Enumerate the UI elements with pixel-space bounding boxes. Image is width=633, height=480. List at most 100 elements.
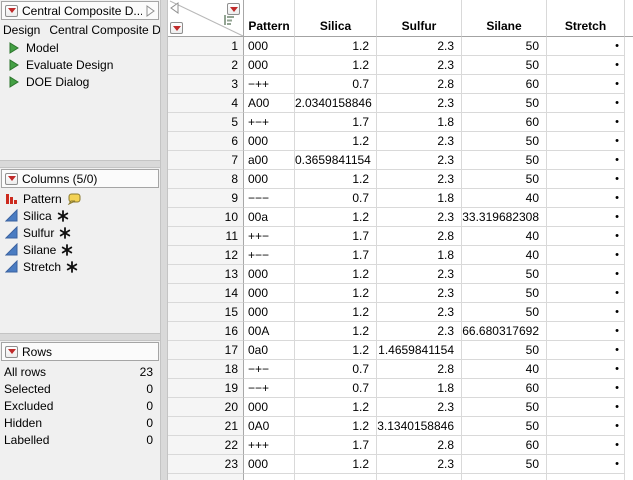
- sulfur-cell[interactable]: 2.3: [377, 322, 462, 341]
- silica-cell[interactable]: 1.7: [295, 246, 377, 265]
- column-header-silica[interactable]: Silica: [295, 0, 377, 37]
- silica-cell[interactable]: 1.7: [295, 227, 377, 246]
- pattern-cell[interactable]: 000: [244, 37, 295, 56]
- pattern-cell[interactable]: 000: [244, 56, 295, 75]
- silane-cell[interactable]: 50: [462, 265, 547, 284]
- silica-cell[interactable]: 1.2: [295, 132, 377, 151]
- column-header-silane[interactable]: Silane: [462, 0, 547, 37]
- silica-cell[interactable]: 1.2: [295, 284, 377, 303]
- silane-cell[interactable]: 40: [462, 360, 547, 379]
- stretch-cell[interactable]: •: [547, 227, 625, 246]
- rows-stat-excluded[interactable]: Excluded 0: [0, 397, 160, 414]
- sulfur-cell[interactable]: 2.3: [377, 265, 462, 284]
- pattern-cell[interactable]: 0A0: [244, 417, 295, 436]
- silica-cell[interactable]: 1.2: [295, 398, 377, 417]
- silane-cell[interactable]: 60: [462, 113, 547, 132]
- columns-panel-menu-button[interactable]: [5, 173, 18, 185]
- row-number-cell[interactable]: 2: [168, 56, 244, 75]
- silica-cell[interactable]: 1.2: [295, 170, 377, 189]
- silica-cell[interactable]: 0.7: [295, 379, 377, 398]
- sulfur-cell[interactable]: 2.3: [377, 56, 462, 75]
- row-number-cell[interactable]: 5: [168, 113, 244, 132]
- row-number-cell[interactable]: 1: [168, 37, 244, 56]
- sulfur-cell[interactable]: 2.8: [377, 436, 462, 455]
- script-item-doe-dialog[interactable]: DOE Dialog: [0, 73, 160, 90]
- sulfur-cell[interactable]: 2.3: [377, 398, 462, 417]
- sulfur-cell[interactable]: 2.3: [377, 208, 462, 227]
- column-list-icon[interactable]: [224, 15, 234, 26]
- column-header-stretch[interactable]: Stretch: [547, 0, 625, 37]
- silica-cell[interactable]: 0.7: [295, 75, 377, 94]
- sulfur-cell[interactable]: 1.8: [377, 189, 462, 208]
- pattern-cell[interactable]: A00: [244, 94, 295, 113]
- sulfur-cell[interactable]: 2.3: [377, 170, 462, 189]
- silane-cell[interactable]: 66.680317692: [462, 322, 547, 341]
- silane-cell[interactable]: 50: [462, 341, 547, 360]
- row-number-cell[interactable]: 20: [168, 398, 244, 417]
- silane-cell[interactable]: 50: [462, 94, 547, 113]
- row-number-cell[interactable]: 4: [168, 94, 244, 113]
- column-header-sulfur[interactable]: Sulfur: [377, 0, 462, 37]
- pattern-cell[interactable]: 00a: [244, 208, 295, 227]
- silica-cell[interactable]: 1.2: [295, 303, 377, 322]
- row-number-cell[interactable]: 22: [168, 436, 244, 455]
- chevron-left-icon[interactable]: [170, 2, 179, 14]
- row-number-cell[interactable]: 7: [168, 151, 244, 170]
- sulfur-cell[interactable]: 3.1340158846: [377, 417, 462, 436]
- stretch-cell[interactable]: •: [547, 265, 625, 284]
- column-item-pattern[interactable]: Pattern: [0, 190, 160, 207]
- silica-cell[interactable]: 1.2: [295, 417, 377, 436]
- horizontal-splitter[interactable]: [0, 160, 160, 168]
- rows-stat-hidden[interactable]: Hidden 0: [0, 414, 160, 431]
- rows-stat-all-rows[interactable]: All rows 23: [0, 363, 160, 380]
- pattern-cell[interactable]: +−−: [244, 246, 295, 265]
- silane-cell[interactable]: 60: [462, 75, 547, 94]
- silane-cell[interactable]: 50: [462, 284, 547, 303]
- rows-stat-selected[interactable]: Selected 0: [0, 380, 160, 397]
- row-number-cell[interactable]: 12: [168, 246, 244, 265]
- silane-cell[interactable]: 50: [462, 151, 547, 170]
- column-item-silane[interactable]: Silane: [0, 241, 160, 258]
- stretch-cell[interactable]: •: [547, 94, 625, 113]
- row-number-cell[interactable]: 11: [168, 227, 244, 246]
- silane-cell[interactable]: 40: [462, 246, 547, 265]
- stretch-cell[interactable]: •: [547, 151, 625, 170]
- silica-cell[interactable]: 0.7: [295, 189, 377, 208]
- rows-menu-button[interactable]: [170, 22, 183, 34]
- silane-cell[interactable]: 50: [462, 417, 547, 436]
- vertical-splitter[interactable]: [160, 0, 168, 480]
- silane-cell[interactable]: 50: [462, 132, 547, 151]
- script-item-evaluate-design[interactable]: Evaluate Design: [0, 56, 160, 73]
- sulfur-cell[interactable]: 2.8: [377, 360, 462, 379]
- silane-cell[interactable]: 33.319682308: [462, 208, 547, 227]
- pattern-cell[interactable]: −−−: [244, 189, 295, 208]
- row-number-cell[interactable]: 15: [168, 303, 244, 322]
- row-number-cell[interactable]: 8: [168, 170, 244, 189]
- pattern-cell[interactable]: 000: [244, 170, 295, 189]
- silane-cell[interactable]: 50: [462, 455, 547, 474]
- pattern-cell[interactable]: 000: [244, 303, 295, 322]
- silane-cell[interactable]: 50: [462, 56, 547, 75]
- row-number-cell[interactable]: 17: [168, 341, 244, 360]
- pattern-cell[interactable]: −+−: [244, 360, 295, 379]
- silane-cell[interactable]: 60: [462, 379, 547, 398]
- sulfur-cell[interactable]: 2.3: [377, 303, 462, 322]
- row-number-cell[interactable]: 3: [168, 75, 244, 94]
- sulfur-cell[interactable]: 1.8: [377, 113, 462, 132]
- silica-cell[interactable]: 1.2: [295, 322, 377, 341]
- silica-cell[interactable]: 1.7: [295, 113, 377, 132]
- pattern-cell[interactable]: 000: [244, 265, 295, 284]
- pattern-cell[interactable]: 000: [244, 398, 295, 417]
- stretch-cell[interactable]: •: [547, 208, 625, 227]
- silane-cell[interactable]: 50: [462, 398, 547, 417]
- pattern-cell[interactable]: 000: [244, 455, 295, 474]
- silica-cell[interactable]: 2.0340158846: [295, 94, 377, 113]
- row-number-cell[interactable]: 6: [168, 132, 244, 151]
- stretch-cell[interactable]: •: [547, 246, 625, 265]
- stretch-cell[interactable]: •: [547, 398, 625, 417]
- columns-menu-button[interactable]: [227, 3, 240, 15]
- stretch-cell[interactable]: •: [547, 56, 625, 75]
- column-item-stretch[interactable]: Stretch: [0, 258, 160, 275]
- stretch-cell[interactable]: •: [547, 75, 625, 94]
- row-number-cell[interactable]: 16: [168, 322, 244, 341]
